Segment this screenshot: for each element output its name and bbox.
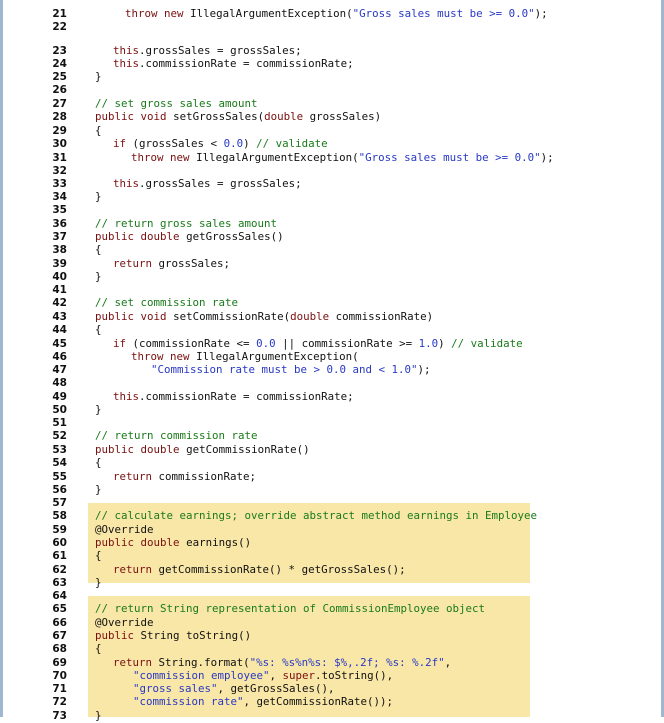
code-text: public String toString() (95, 629, 252, 642)
line-number: 72 (52, 696, 67, 708)
code-text: } (95, 483, 102, 496)
code-text: return commissionRate; (113, 470, 257, 483)
line-number: 32 (52, 165, 67, 177)
code-text: return getCommissionRate() * getGrossSal… (113, 563, 406, 576)
line-number: 39 (52, 258, 67, 270)
line-number: 65 (52, 603, 67, 615)
line-number: 21 (52, 8, 67, 20)
code-text: // set commission rate (95, 296, 239, 309)
line-number: 71 (52, 683, 67, 695)
code-text: } (95, 576, 102, 589)
code-text: // set gross sales amount (95, 97, 258, 110)
line-number: 56 (52, 484, 67, 496)
code-text: if (grossSales < 0.0) // validate (113, 137, 328, 150)
line-number: 46 (52, 351, 67, 363)
code-text: "commission employee", super.toString(), (133, 669, 394, 682)
line-number: 29 (52, 125, 67, 137)
code-text: { (95, 124, 102, 137)
code-text: @Override (95, 616, 154, 629)
line-number: 34 (52, 191, 67, 203)
line-number: 70 (52, 670, 67, 682)
line-number: 63 (52, 577, 67, 589)
code-text: } (95, 190, 102, 203)
line-number: 27 (52, 98, 67, 110)
code-text: } (95, 709, 102, 722)
line-number: 26 (52, 84, 67, 96)
code-text: @Override (95, 523, 154, 536)
line-number: 35 (52, 204, 67, 216)
code-text: public void setGrossSales(double grossSa… (95, 110, 382, 123)
code-text: // calculate earnings; override abstract… (95, 509, 538, 522)
code-text: // return commission rate (95, 429, 258, 442)
code-text: this.grossSales = grossSales; (113, 177, 302, 190)
line-number: 62 (52, 564, 67, 576)
line-number: 45 (52, 338, 67, 350)
line-number: 28 (52, 111, 67, 123)
line-number: 52 (52, 430, 67, 442)
line-number: 31 (52, 152, 67, 164)
code-text: throw new IllegalArgumentException( (131, 350, 359, 363)
line-number: 58 (52, 510, 67, 522)
code-text: public void setCommissionRate(double com… (95, 310, 434, 323)
line-number: 53 (52, 444, 67, 456)
line-number: 42 (52, 297, 67, 309)
line-number: 59 (52, 524, 67, 536)
line-number: 23 (52, 45, 67, 57)
line-number: 54 (52, 457, 67, 469)
line-number: 67 (52, 630, 67, 642)
code-text: throw new IllegalArgumentException("Gros… (125, 7, 548, 20)
line-number: 48 (52, 377, 67, 389)
code-text: if (commissionRate <= 0.0 || commissionR… (113, 337, 523, 350)
code-text: { (95, 549, 102, 562)
line-number: 25 (52, 71, 67, 83)
line-number: 66 (52, 617, 67, 629)
code-text: { (95, 456, 102, 469)
code-listing-frame: 21 throw new IllegalArgumentException("Gr… (0, 0, 664, 722)
code-text: } (95, 270, 102, 283)
line-number: 61 (52, 550, 67, 562)
line-number: 41 (52, 284, 67, 296)
line-number: 33 (52, 178, 67, 190)
code-text: "commission rate", getCommissionRate()); (133, 695, 394, 708)
code-text: "gross sales", getGrossSales(), (133, 682, 335, 695)
code-text: this.commissionRate = commissionRate; (113, 390, 354, 403)
code-text: { (95, 323, 102, 336)
line-number: 60 (52, 537, 67, 549)
code-text: { (95, 642, 102, 655)
line-number: 73 (52, 710, 67, 722)
code-text: public double earnings() (95, 536, 252, 549)
code-text: { (95, 243, 102, 256)
line-number: 22 (52, 21, 67, 33)
line-number: 36 (52, 218, 67, 230)
line-number: 57 (52, 497, 67, 509)
code-text: // return String representation of Commi… (95, 602, 486, 615)
code-text: public double getCommissionRate() (95, 443, 310, 456)
code-text: public double getGrossSales() (95, 230, 284, 243)
line-number: 69 (52, 657, 67, 669)
line-number: 55 (52, 471, 67, 483)
code-text: this.grossSales = grossSales; (113, 44, 302, 57)
line-number: 24 (52, 58, 67, 70)
line-number: 30 (52, 138, 67, 150)
line-number: 50 (52, 404, 67, 416)
code-text: return String.format("%s: %s%n%s: $%,.2f… (113, 656, 452, 669)
line-number: 44 (52, 324, 67, 336)
code-text: return grossSales; (113, 257, 231, 270)
code-text: this.commissionRate = commissionRate; (113, 57, 354, 70)
code-text: "Commission rate must be > 0.0 and < 1.0… (151, 363, 431, 376)
line-number: 37 (52, 231, 67, 243)
line-number: 64 (52, 590, 67, 602)
line-number: 43 (52, 311, 67, 323)
line-number: 40 (52, 271, 67, 283)
line-number: 51 (52, 417, 67, 429)
code-text: } (95, 403, 102, 416)
code-text: } (95, 70, 102, 83)
line-number: 47 (52, 364, 67, 376)
line-number: 38 (52, 244, 67, 256)
line-number: 68 (52, 643, 67, 655)
code-text: // return gross sales amount (95, 217, 278, 230)
code-text: throw new IllegalArgumentException("Gros… (131, 151, 554, 164)
line-number: 49 (52, 391, 67, 403)
